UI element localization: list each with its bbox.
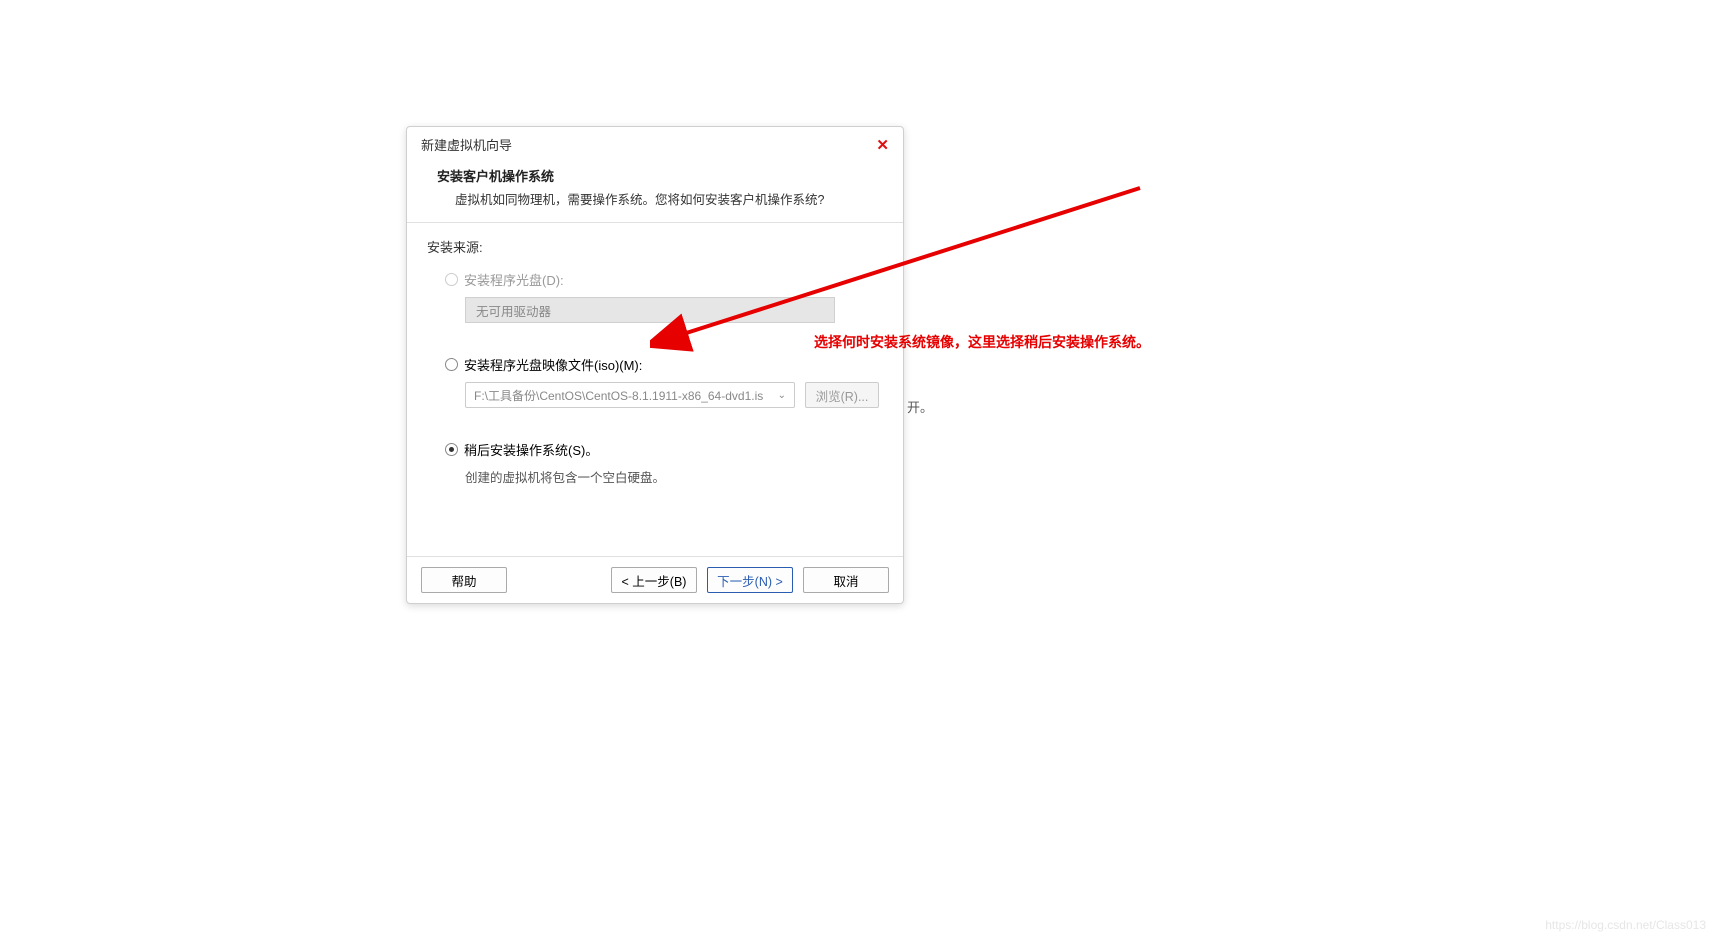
radio-icon [445,358,458,371]
header-subtitle: 虚拟机如同物理机，需要操作系统。您将如何安装客户机操作系统? [437,189,873,208]
iso-path-text: F:\工具备份\CentOS\CentOS-8.1.1911-x86_64-dv… [474,387,763,404]
radio-installer-disc: 安装程序光盘(D): [445,270,883,289]
button-bar: 帮助 < 上一步(B) 下一步(N) > 取消 [407,556,903,603]
radio-label-disc: 安装程序光盘(D): [464,270,564,289]
option-installer-disc: 安装程序光盘(D): 无可用驱动器 [427,270,883,323]
header-section: 安装客户机操作系统 虚拟机如同物理机，需要操作系统。您将如何安装客户机操作系统? [407,162,903,222]
title-bar: 新建虚拟机向导 ✕ [407,127,903,162]
iso-path-combo[interactable]: F:\工具备份\CentOS\CentOS-8.1.1911-x86_64-dv… [465,382,795,408]
content-area: 安装来源: 安装程序光盘(D): 无可用驱动器 安装程序光盘映像文件(iso)(… [407,223,903,556]
radio-label-iso: 安装程序光盘映像文件(iso)(M): [464,355,642,374]
radio-label-later: 稍后安装操作系统(S)。 [464,440,598,459]
install-source-label: 安装来源: [427,237,883,256]
wizard-dialog: 新建虚拟机向导 ✕ 安装客户机操作系统 虚拟机如同物理机，需要操作系统。您将如何… [406,126,904,604]
drive-combo: 无可用驱动器 [465,297,835,323]
chevron-down-icon: ⌄ [778,390,786,401]
dialog-title: 新建虚拟机向导 [421,135,512,154]
spacer [517,567,601,593]
help-label: 帮助 [451,571,476,590]
watermark: https://blog.csdn.net/Class013 [1545,918,1706,932]
browse-button: 浏览(R)... [805,382,879,408]
iso-row: F:\工具备份\CentOS\CentOS-8.1.1911-x86_64-dv… [465,382,883,408]
later-sub-text: 创建的虚拟机将包含一个空白硬盘。 [465,467,883,486]
cancel-label: 取消 [833,571,858,590]
back-label: < 上一步(B) [622,571,687,590]
help-button[interactable]: 帮助 [421,567,507,593]
option-iso-file: 安装程序光盘映像文件(iso)(M): F:\工具备份\CentOS\CentO… [427,355,883,408]
radio-icon [445,443,458,456]
next-label: 下一步(N) > [717,571,783,590]
stray-text: 开。 [907,397,933,416]
option-install-later: 稍后安装操作系统(S)。 创建的虚拟机将包含一个空白硬盘。 [427,440,883,486]
drive-combo-text: 无可用驱动器 [476,301,551,320]
radio-later[interactable]: 稍后安装操作系统(S)。 [445,440,883,459]
annotation-text: 选择何时安装系统镜像，这里选择稍后安装操作系统。 [814,332,1150,352]
close-icon[interactable]: ✕ [876,136,889,154]
radio-iso[interactable]: 安装程序光盘映像文件(iso)(M): [445,355,883,374]
cancel-button[interactable]: 取消 [803,567,889,593]
radio-icon [445,273,458,286]
next-button[interactable]: 下一步(N) > [707,567,793,593]
header-title: 安装客户机操作系统 [437,166,873,185]
browse-label: 浏览(R)... [816,386,869,405]
back-button[interactable]: < 上一步(B) [611,567,697,593]
